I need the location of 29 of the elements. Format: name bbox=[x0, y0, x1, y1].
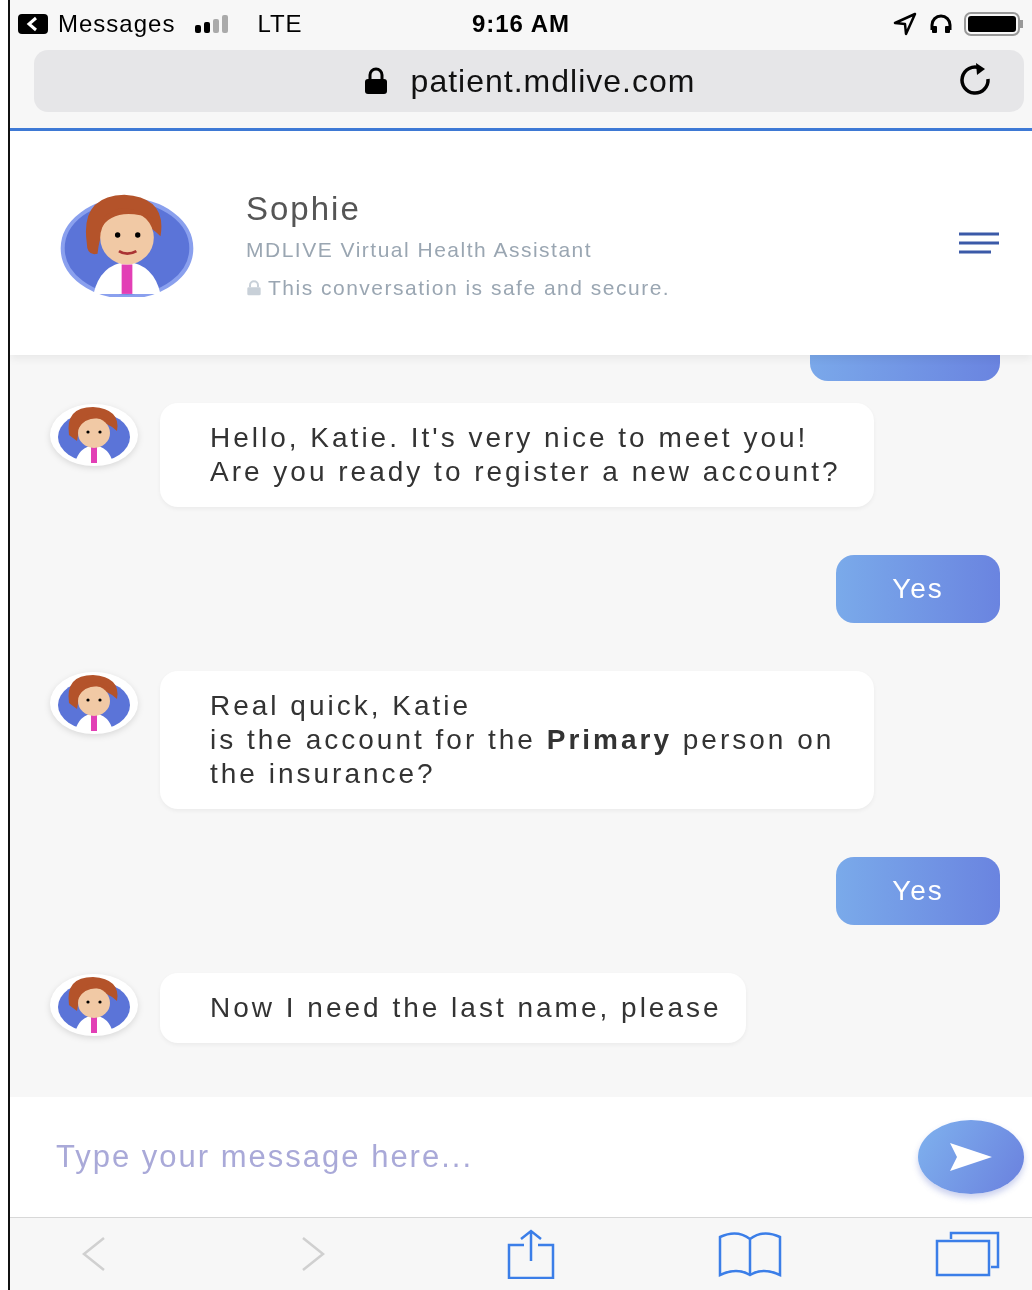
menu-icon[interactable] bbox=[958, 232, 1000, 254]
headphones-icon bbox=[928, 12, 954, 36]
message-bubble: Real quick, Katie is the account for the Primary person on the insurance? bbox=[160, 671, 874, 809]
back-app-label[interactable]: Messages bbox=[58, 10, 176, 38]
send-button[interactable] bbox=[918, 1120, 1024, 1194]
assistant-name: Sophie bbox=[246, 190, 362, 228]
url-text: patient.mdlive.com bbox=[410, 62, 696, 100]
share-icon bbox=[506, 1229, 556, 1279]
message-bubble: Now I need the last name, please bbox=[160, 973, 746, 1043]
battery-icon bbox=[964, 12, 1024, 36]
message-bubble: Hello, Katie. It's very nice to meet you! Are you ready to register a new account? bbox=[160, 403, 874, 507]
message-field[interactable]: Type your message here... bbox=[10, 1097, 1032, 1217]
security-note: This conversation is safe and secure. bbox=[268, 276, 671, 300]
clock: 9:16 AM bbox=[471, 10, 571, 38]
avatar-icon bbox=[48, 671, 140, 735]
book-icon bbox=[716, 1231, 783, 1277]
tabs-icon bbox=[935, 1231, 1001, 1277]
send-icon bbox=[949, 1142, 993, 1172]
avatar-icon bbox=[48, 973, 140, 1037]
lock-icon bbox=[246, 280, 262, 296]
address-bar[interactable]: patient.mdlive.com bbox=[34, 50, 1024, 112]
assistant-role: MDLIVE Virtual Health Assistant bbox=[246, 238, 594, 262]
avatar-icon bbox=[48, 403, 140, 467]
location-arrow-icon bbox=[892, 12, 918, 36]
lock-icon bbox=[362, 67, 389, 95]
reply-bubble: Yes bbox=[836, 857, 1000, 925]
reply-bubble: Yes bbox=[836, 555, 1000, 623]
message-input[interactable]: Type your message here... bbox=[54, 1126, 918, 1188]
carrier-label: LTE bbox=[257, 10, 303, 38]
